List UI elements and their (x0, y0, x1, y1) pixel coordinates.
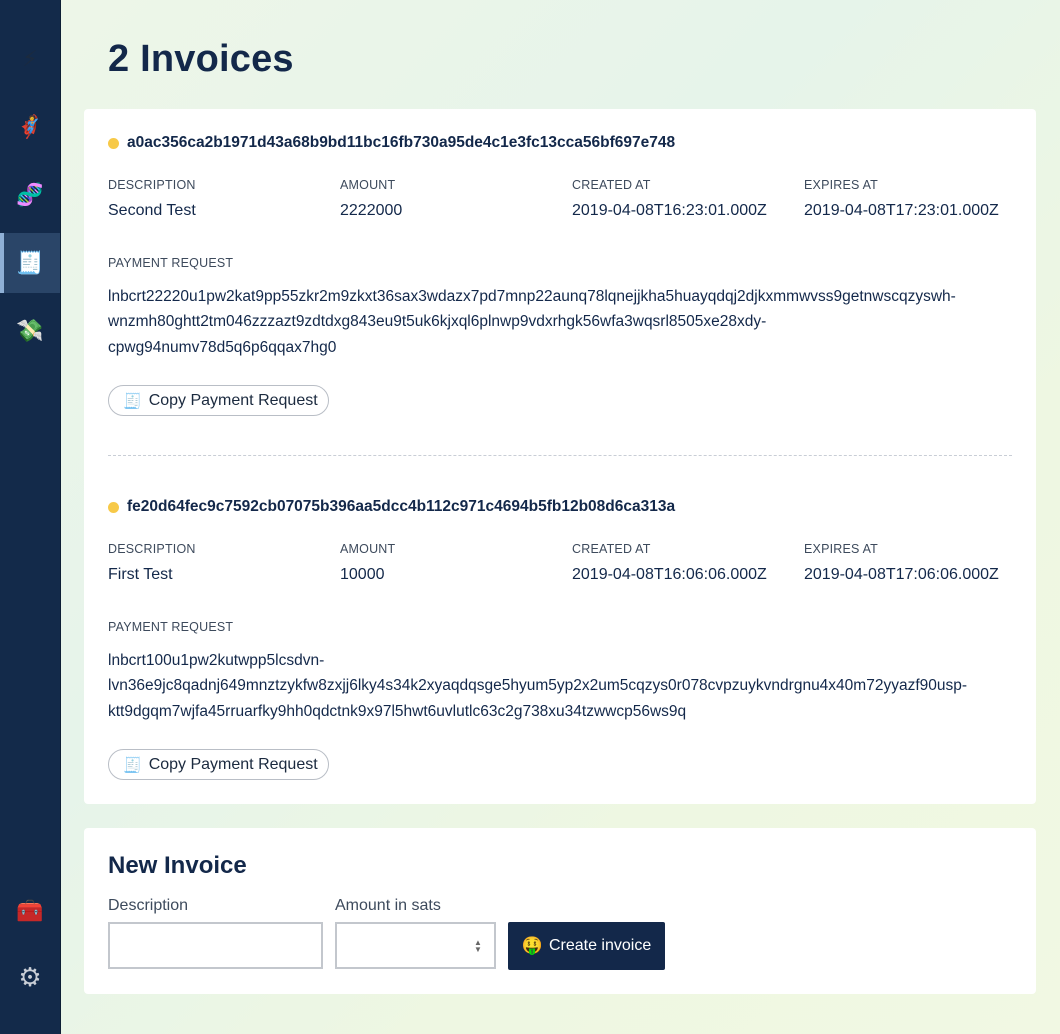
expires-at-label: EXPIRES AT (804, 178, 879, 192)
created-at-label: CREATED AT (572, 178, 651, 192)
main-content: 2 Invoices a0ac356ca2b1971d43a68b9bd11bc… (61, 0, 1060, 1034)
sidebar-item-toolbox[interactable]: 🧰 (0, 881, 60, 941)
expires-at-field: EXPIRES AT 2019-04-08T17:23:01.000Z (804, 178, 999, 220)
payment-request-line: wnzmh80ghtt2tm046zzzazt9zdtdxg843eu9t5uk… (108, 313, 767, 330)
amount-field: AMOUNT 2222000 (340, 178, 402, 220)
number-stepper-icon[interactable]: ▲ ▼ (474, 939, 482, 954)
receipt-icon: 🧾 (123, 756, 142, 774)
description-value: Second Test (108, 202, 196, 219)
sidebar-item-settings[interactable]: ⚙ (0, 947, 60, 1007)
lightning-icon: ⚡ (22, 46, 38, 71)
description-input-label: Description (108, 897, 189, 914)
payment-request-field: PAYMENT REQUEST lnbcrt22220u1pw2kat9pp55… (108, 251, 1012, 360)
description-label: DESCRIPTION (108, 178, 196, 192)
receipt-icon: 🧾 (16, 250, 44, 275)
sidebar-item-invoices[interactable]: 🧾 (0, 233, 60, 293)
created-at-value: 2019-04-08T16:06:06.000Z (572, 566, 767, 583)
status-dot (108, 501, 119, 513)
invoice-hash: fe20d64fec9c7592cb07075b396aa5dcc4b112c9… (127, 498, 676, 515)
status-dot (108, 137, 119, 149)
description-field: DESCRIPTION First Test (108, 542, 196, 584)
created-at-label: CREATED AT (572, 542, 651, 556)
sidebar: ⚡ 🦸 🧬 🧾 💸 🧰 ⚙ (0, 0, 61, 1034)
page-title: 2 Invoices (108, 38, 294, 80)
sidebar-item-lightning[interactable]: ⚡ (0, 29, 60, 89)
create-invoice-label: Create invoice (548, 937, 652, 954)
sidebar-item-user[interactable]: 🦸 (0, 97, 60, 157)
description-label: DESCRIPTION (108, 542, 196, 556)
toolbox-icon: 🧰 (16, 898, 44, 923)
description-value: First Test (108, 566, 173, 583)
superhero-icon: 🦸 (16, 114, 44, 139)
receipt-icon: 🧾 (123, 392, 142, 410)
amount-label: AMOUNT (340, 542, 396, 556)
copy-payment-request-button[interactable]: 🧾 Copy Payment Request (108, 749, 329, 780)
invoice-id: fe20d64fec9c7592cb07075b396aa5dcc4b112c9… (108, 498, 675, 516)
copy-button-label: Copy Payment Request (148, 391, 318, 409)
created-at-field: CREATED AT 2019-04-08T16:23:01.000Z (572, 178, 767, 220)
amount-value: 10000 (340, 566, 385, 583)
payment-request-field: PAYMENT REQUEST lnbcrt100u1pw2kutwpp5lcs… (108, 615, 1012, 724)
money-with-wings-icon: 💸 (16, 318, 44, 343)
amount-input[interactable]: ▲ ▼ (335, 922, 496, 969)
description-input[interactable] (108, 922, 323, 969)
description-field: DESCRIPTION Second Test (108, 178, 196, 220)
amount-input-label: Amount in sats (335, 897, 441, 914)
gear-icon: ⚙ (18, 961, 42, 992)
sidebar-item-channels[interactable]: 🧬 (0, 165, 60, 225)
payment-request-line: ktt9dgqm7wjfa45rruarfky9hh0qdctnk9x97l5h… (108, 702, 687, 720)
expires-at-value: 2019-04-08T17:06:06.000Z (804, 566, 999, 583)
create-invoice-button[interactable]: 🤑 Create invoice (508, 922, 665, 970)
sidebar-item-payments[interactable]: 💸 (0, 301, 60, 361)
payment-request-line: lvn36e9jc8qadnj649mnztzykfw8zxjj6lky4s34… (108, 677, 968, 694)
invoices-card: a0ac356ca2b1971d43a68b9bd11bc16fb730a95d… (84, 109, 1036, 804)
payment-request-line: lnbcrt100u1pw2kutwpp5lcsdvn- (108, 651, 325, 669)
expires-at-value: 2019-04-08T17:23:01.000Z (804, 202, 999, 219)
amount-field: AMOUNT 10000 (340, 542, 395, 584)
invoice-divider (108, 455, 1012, 456)
created-at-field: CREATED AT 2019-04-08T16:06:06.000Z (572, 542, 767, 584)
payment-request-label: PAYMENT REQUEST (108, 256, 234, 270)
copy-payment-request-button[interactable]: 🧾 Copy Payment Request (108, 385, 329, 416)
new-invoice-card: New Invoice Description Amount in sats ▲… (84, 828, 1036, 994)
expires-at-field: EXPIRES AT 2019-04-08T17:06:06.000Z (804, 542, 999, 584)
new-invoice-title: New Invoice (108, 852, 247, 879)
invoice-hash: a0ac356ca2b1971d43a68b9bd11bc16fb730a95d… (127, 134, 676, 151)
dna-icon: 🧬 (16, 182, 44, 207)
amount-value: 2222000 (340, 202, 403, 219)
money-mouth-face-icon: 🤑 (521, 936, 543, 955)
payment-request-line: lnbcrt22220u1pw2kat9pp55zkr2m9zkxt36sax3… (108, 287, 956, 305)
copy-button-label: Copy Payment Request (148, 755, 318, 773)
amount-label: AMOUNT (340, 178, 396, 192)
invoice-id: a0ac356ca2b1971d43a68b9bd11bc16fb730a95d… (108, 134, 675, 152)
payment-request-line: cpwg94numv78d5q6p6qqax7hg0 (108, 338, 337, 356)
created-at-value: 2019-04-08T16:23:01.000Z (572, 202, 767, 219)
expires-at-label: EXPIRES AT (804, 542, 879, 556)
payment-request-label: PAYMENT REQUEST (108, 620, 234, 634)
